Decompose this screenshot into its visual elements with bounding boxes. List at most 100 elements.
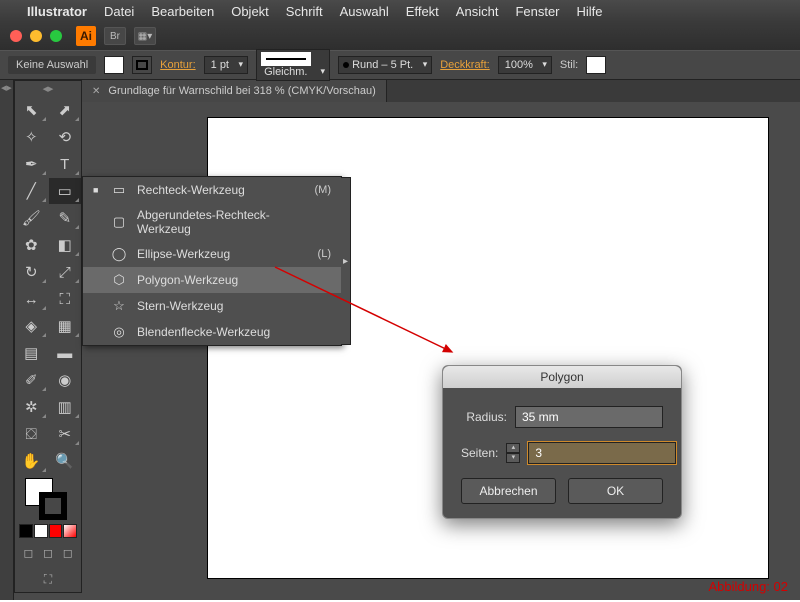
type-tool[interactable]: T	[49, 151, 82, 177]
zoom-tool[interactable]: 🔍	[49, 448, 82, 474]
menu-hilfe[interactable]: Hilfe	[577, 4, 603, 19]
eyedropper-tool[interactable]: ✐	[15, 367, 48, 393]
mini-swatch[interactable]	[49, 524, 63, 538]
fill-swatch[interactable]	[104, 56, 124, 74]
doc-tab-title: Grundlage für Warnschild bei 318 % (CMYK…	[108, 85, 375, 97]
mini-swatch[interactable]	[19, 524, 33, 538]
none-swatch[interactable]	[63, 524, 77, 538]
rectangle-tool[interactable]: ▭	[49, 178, 82, 204]
doc-tab[interactable]: ✕ Grundlage für Warnschild bei 318 % (CM…	[82, 80, 387, 102]
flyout-stern[interactable]: ☆ Stern-Werkzeug	[83, 293, 341, 319]
radius-input[interactable]	[515, 406, 663, 428]
eraser-tool[interactable]: ◧	[49, 232, 82, 258]
mac-menubar: Illustrator Datei Bearbeiten Objekt Schr…	[0, 0, 800, 22]
menu-effekt[interactable]: Effekt	[406, 4, 439, 19]
scale-tool[interactable]: ⤢	[49, 259, 82, 285]
sides-label: Seiten:	[461, 446, 498, 460]
width-tool[interactable]: ↔	[15, 286, 48, 312]
flyout-label: Abgerundetes-Rechteck-Werkzeug	[137, 208, 321, 236]
magic-wand-tool[interactable]: ✧	[15, 124, 48, 150]
flyout-ellipse[interactable]: ◯ Ellipse-Werkzeug (L)	[83, 241, 341, 267]
selected-marker-icon: ■	[93, 185, 101, 195]
stepper-up-icon[interactable]: ▴	[506, 443, 520, 453]
close-tab-icon[interactable]: ✕	[92, 86, 100, 97]
blob-brush-tool[interactable]: ✿	[15, 232, 48, 258]
window-minimize-button[interactable]	[30, 30, 42, 42]
cancel-button[interactable]: Abbrechen	[461, 478, 556, 504]
figure-caption: Abbildung: 02	[708, 579, 788, 594]
dialog-title: Polygon	[443, 366, 681, 388]
stroke-weight-dropdown[interactable]: 1 pt	[204, 56, 248, 74]
shape-builder-tool[interactable]: ◈	[15, 313, 48, 339]
menu-ansicht[interactable]: Ansicht	[456, 4, 499, 19]
draw-behind-icon[interactable]: ◻	[39, 544, 58, 562]
ok-button[interactable]: OK	[568, 478, 663, 504]
opacity-dropdown[interactable]: 100%	[498, 56, 552, 74]
menu-fenster[interactable]: Fenster	[515, 4, 559, 19]
stroke-color-icon[interactable]	[39, 492, 67, 520]
symbol-sprayer-tool[interactable]: ✲	[15, 394, 48, 420]
star-icon: ☆	[111, 298, 127, 314]
control-bar: Keine Auswahl Kontur: 1 pt Gleichm. Rund…	[0, 50, 800, 80]
pen-tool[interactable]: ✒	[15, 151, 48, 177]
gradient-tool[interactable]: ▬	[49, 340, 82, 366]
line-tool[interactable]: ╱	[15, 178, 48, 204]
flyout-tearoff-icon[interactable]: ▸	[341, 177, 351, 345]
draw-normal-icon[interactable]: ◻	[19, 544, 38, 562]
screen-mode-icon[interactable]: ⛶	[19, 570, 77, 588]
dash-dropdown[interactable]: Gleichm.	[256, 49, 330, 81]
fill-stroke-controls[interactable]	[15, 474, 81, 522]
mesh-tool[interactable]: ▤	[15, 340, 48, 366]
flyout-blendenflecke[interactable]: ◎ Blendenflecke-Werkzeug	[83, 319, 341, 345]
menu-bearbeiten[interactable]: Bearbeiten	[151, 4, 214, 19]
bridge-icon[interactable]: Br	[104, 27, 126, 45]
direct-selection-tool[interactable]: ⬈	[49, 97, 82, 123]
mini-swatch[interactable]	[34, 524, 48, 538]
perspective-tool[interactable]: ▦	[49, 313, 82, 339]
hand-tool[interactable]: ✋	[15, 448, 48, 474]
flyout-rechteck[interactable]: ■ ▭ Rechteck-Werkzeug (M)	[83, 177, 341, 203]
rotate-tool[interactable]: ↻	[15, 259, 48, 285]
window-close-button[interactable]	[10, 30, 22, 42]
pencil-tool[interactable]: ✎	[49, 205, 82, 231]
artboard-tool[interactable]: ⛋	[15, 421, 48, 447]
menu-objekt[interactable]: Objekt	[231, 4, 269, 19]
stroke-swatch[interactable]	[132, 56, 152, 74]
opacity-label: Deckkraft:	[440, 59, 490, 71]
style-swatch[interactable]	[586, 56, 606, 74]
menu-schrift[interactable]: Schrift	[286, 4, 323, 19]
arrange-docs-icon[interactable]: ▦▾	[134, 27, 156, 45]
flare-icon: ◎	[111, 324, 127, 340]
style-label: Stil:	[560, 59, 578, 71]
free-transform-tool[interactable]: ⛶	[49, 286, 82, 312]
flyout-label: Stern-Werkzeug	[137, 299, 321, 313]
menubar-app[interactable]: Illustrator	[27, 4, 87, 19]
flyout-polygon[interactable]: ⬡ Polygon-Werkzeug	[83, 267, 341, 293]
polygon-dialog: Polygon Radius: Seiten: ▴▾ Abbrechen OK	[442, 365, 682, 519]
collapsed-panel-left[interactable]	[0, 80, 14, 600]
doc-tab-bar: ✕ Grundlage für Warnschild bei 318 % (CM…	[82, 80, 800, 102]
flyout-shortcut: (M)	[315, 184, 332, 196]
selection-tool[interactable]: ⬉	[15, 97, 48, 123]
flyout-label: Blendenflecke-Werkzeug	[137, 325, 321, 339]
app-icon: Ai	[76, 26, 96, 46]
polygon-icon: ⬡	[111, 272, 127, 288]
menu-auswahl[interactable]: Auswahl	[340, 4, 389, 19]
lasso-tool[interactable]: ⟲	[49, 124, 82, 150]
graph-tool[interactable]: ▥	[49, 394, 82, 420]
stepper-down-icon[interactable]: ▾	[506, 453, 520, 463]
traffic-lights	[10, 30, 62, 42]
paintbrush-tool[interactable]: 🖌	[15, 205, 48, 231]
flyout-label: Polygon-Werkzeug	[137, 273, 321, 287]
draw-inside-icon[interactable]: ◻	[58, 544, 77, 562]
sides-input[interactable]	[528, 442, 676, 464]
toolbox-grip[interactable]	[15, 85, 81, 97]
window-zoom-button[interactable]	[50, 30, 62, 42]
blend-tool[interactable]: ◉	[49, 367, 82, 393]
sides-stepper[interactable]: ▴▾	[506, 443, 520, 463]
flyout-abgerundetes[interactable]: ▢ Abgerundetes-Rechteck-Werkzeug	[83, 203, 341, 241]
menu-datei[interactable]: Datei	[104, 4, 134, 19]
slice-tool[interactable]: ✂	[49, 421, 82, 447]
brush-dropdown[interactable]: Rund – 5 Pt.	[338, 56, 432, 74]
rounded-rect-icon: ▢	[111, 214, 127, 230]
